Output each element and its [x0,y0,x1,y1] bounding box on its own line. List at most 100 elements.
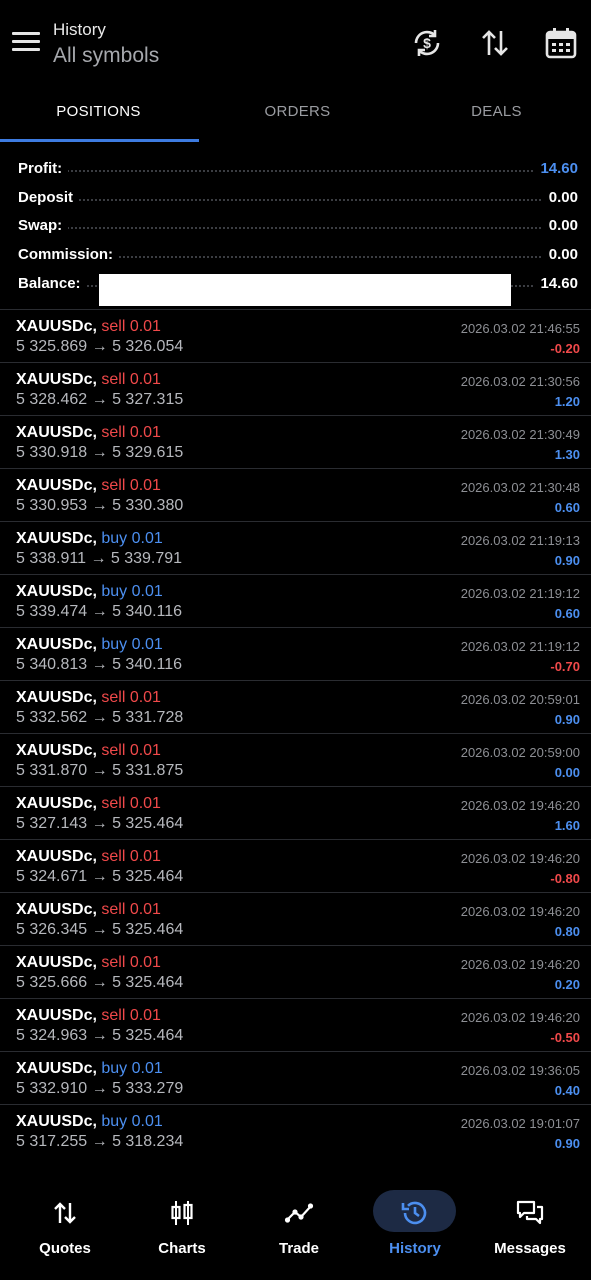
history-clock-icon [401,1201,427,1225]
position-row[interactable]: XAUUSDc, buy 0.01 5 340.813 → 5 340.116 20… [0,627,591,680]
open-close-prices: 5 317.255 → 5 318.234 [16,1133,184,1150]
trade-side-volume: sell 0.01 [101,848,161,865]
position-symbol-line: XAUUSDc, sell 0.01 [16,318,161,336]
position-profit: 0.90 [554,553,580,568]
open-close-prices: 5 340.813 → 5 340.116 [16,656,183,673]
position-row[interactable]: XAUUSDc, buy 0.01 5 317.255 → 5 318.234 20… [0,1104,591,1157]
position-row[interactable]: XAUUSDc, sell 0.01 5 331.870 → 5 331.875 2… [0,733,591,786]
position-row[interactable]: XAUUSDc, buy 0.01 5 332.910 → 5 333.279 20… [0,1051,591,1104]
trade-side-volume: buy 0.01 [101,583,163,600]
candlestick-icon [171,1201,193,1225]
nav-quotes[interactable]: Quotes [6,1168,124,1280]
nav-messages[interactable]: Messages [471,1168,589,1280]
nav-charts[interactable]: Charts [123,1168,241,1280]
position-symbol-line: XAUUSDc, sell 0.01 [16,1007,161,1025]
position-row[interactable]: XAUUSDc, sell 0.01 5 330.953 → 5 330.380 2… [0,468,591,521]
nav-label: Quotes [39,1240,91,1257]
position-row[interactable]: XAUUSDc, sell 0.01 5 324.671 → 5 325.464 2… [0,839,591,892]
nav-label: History [389,1240,441,1257]
open-close-prices: 5 324.963 → 5 325.464 [16,1027,184,1044]
symbol-name: XAUUSDc, [16,424,97,441]
trade-side-volume: sell 0.01 [101,424,161,441]
close-timestamp: 2026.03.02 21:19:12 [460,639,580,654]
symbol-name: XAUUSDc, [16,636,97,653]
symbol-name: XAUUSDc, [16,742,97,759]
trade-side-volume: sell 0.01 [101,318,161,335]
position-profit: -0.80 [550,871,580,886]
open-close-prices: 5 326.345 → 5 325.464 [16,921,184,938]
close-timestamp: 2026.03.02 21:19:13 [460,533,580,548]
position-row[interactable]: XAUUSDc, buy 0.01 5 338.911 → 5 339.791 20… [0,521,591,574]
position-row[interactable]: XAUUSDc, sell 0.01 5 325.869 → 5 326.054 2… [0,309,591,362]
tab-positions[interactable]: POSITIONS [0,88,197,144]
nav-label: Trade [278,1240,320,1257]
dotted-leader [18,198,573,201]
currency-sync-icon[interactable]: $ [410,26,444,60]
open-close-prices: 5 330.953 → 5 330.380 [16,497,184,514]
position-profit: 1.20 [554,394,580,409]
trade-side-volume: buy 0.01 [101,636,163,653]
position-row[interactable]: XAUUSDc, sell 0.01 5 328.462 → 5 327.315 2… [0,362,591,415]
trade-side-volume: buy 0.01 [101,1060,163,1077]
trend-line-icon [284,1203,314,1223]
position-row[interactable]: XAUUSDc, sell 0.01 5 330.918 → 5 329.615 2… [0,415,591,468]
open-close-prices: 5 339.474 → 5 340.116 [16,603,183,620]
tab-deals[interactable]: DEALS [398,88,591,144]
nav-label: Charts [158,1240,206,1257]
balance-label: Balance: [18,274,87,292]
close-timestamp: 2026.03.02 21:30:49 [460,427,580,442]
symbol-name: XAUUSDc, [16,1007,97,1024]
close-timestamp: 2026.03.02 20:59:00 [460,745,580,760]
position-symbol-line: XAUUSDc, sell 0.01 [16,742,161,760]
swap-value: 0.00 [542,217,578,235]
page-title: History [53,20,106,39]
symbol-filter[interactable]: All symbols [53,44,159,68]
calendar-icon[interactable] [544,26,578,60]
position-row[interactable]: XAUUSDc, sell 0.01 5 332.562 → 5 331.728 2… [0,680,591,733]
symbol-name: XAUUSDc, [16,477,97,494]
position-profit: 0.90 [554,1136,580,1151]
symbol-name: XAUUSDc, [16,1113,97,1130]
symbol-name: XAUUSDc, [16,689,97,706]
nav-history[interactable]: History [356,1168,474,1280]
open-close-prices: 5 332.910 → 5 333.279 [16,1080,184,1097]
chat-bubbles-icon [516,1200,544,1225]
close-timestamp: 2026.03.02 19:46:20 [460,798,580,813]
open-close-prices: 5 328.462 → 5 327.315 [16,391,184,408]
trade-side-volume: sell 0.01 [101,1007,161,1024]
position-profit: 0.40 [554,1083,580,1098]
position-row[interactable]: XAUUSDc, buy 0.01 5 339.474 → 5 340.116 20… [0,574,591,627]
tab-orders[interactable]: ORDERS [199,88,396,144]
nav-trade[interactable]: Trade [240,1168,358,1280]
sort-arrows-icon[interactable] [478,26,512,60]
history-tabs: POSITIONS ORDERS DEALS [0,88,591,144]
balance-value: 14.60 [534,274,578,292]
trade-side-volume: sell 0.01 [101,689,161,706]
position-profit: 0.60 [554,500,580,515]
position-row[interactable]: XAUUSDc, sell 0.01 5 324.963 → 5 325.464 2… [0,998,591,1051]
close-timestamp: 2026.03.02 20:59:01 [460,692,580,707]
position-symbol-line: XAUUSDc, buy 0.01 [16,636,163,654]
position-profit: -0.20 [550,341,580,356]
symbol-name: XAUUSDc, [16,583,97,600]
redaction-box [99,274,511,306]
commission-label: Commission: [18,246,120,264]
trade-side-volume: sell 0.01 [101,954,161,971]
position-profit: -0.70 [550,659,580,674]
position-symbol-line: XAUUSDc, buy 0.01 [16,583,163,601]
summary-row-profit: Profit: 14.60 [0,154,591,183]
position-symbol-line: XAUUSDc, sell 0.01 [16,477,161,495]
hamburger-menu-icon[interactable] [12,32,40,54]
close-timestamp: 2026.03.02 19:46:20 [460,957,580,972]
summary-row-swap: Swap: 0.00 [0,211,591,240]
position-row[interactable]: XAUUSDc, sell 0.01 5 327.143 → 5 325.464 2… [0,786,591,839]
position-profit: -0.50 [550,1030,580,1045]
trade-side-volume: sell 0.01 [101,742,161,759]
symbol-name: XAUUSDc, [16,318,97,335]
position-row[interactable]: XAUUSDc, sell 0.01 5 325.666 → 5 325.464 2… [0,945,591,998]
position-row[interactable]: XAUUSDc, sell 0.01 5 326.345 → 5 325.464 2… [0,892,591,945]
dotted-leader [18,170,573,172]
open-close-prices: 5 338.911 → 5 339.791 [16,550,183,567]
active-tab-indicator [0,139,199,142]
deposit-label: Deposit [18,188,80,206]
